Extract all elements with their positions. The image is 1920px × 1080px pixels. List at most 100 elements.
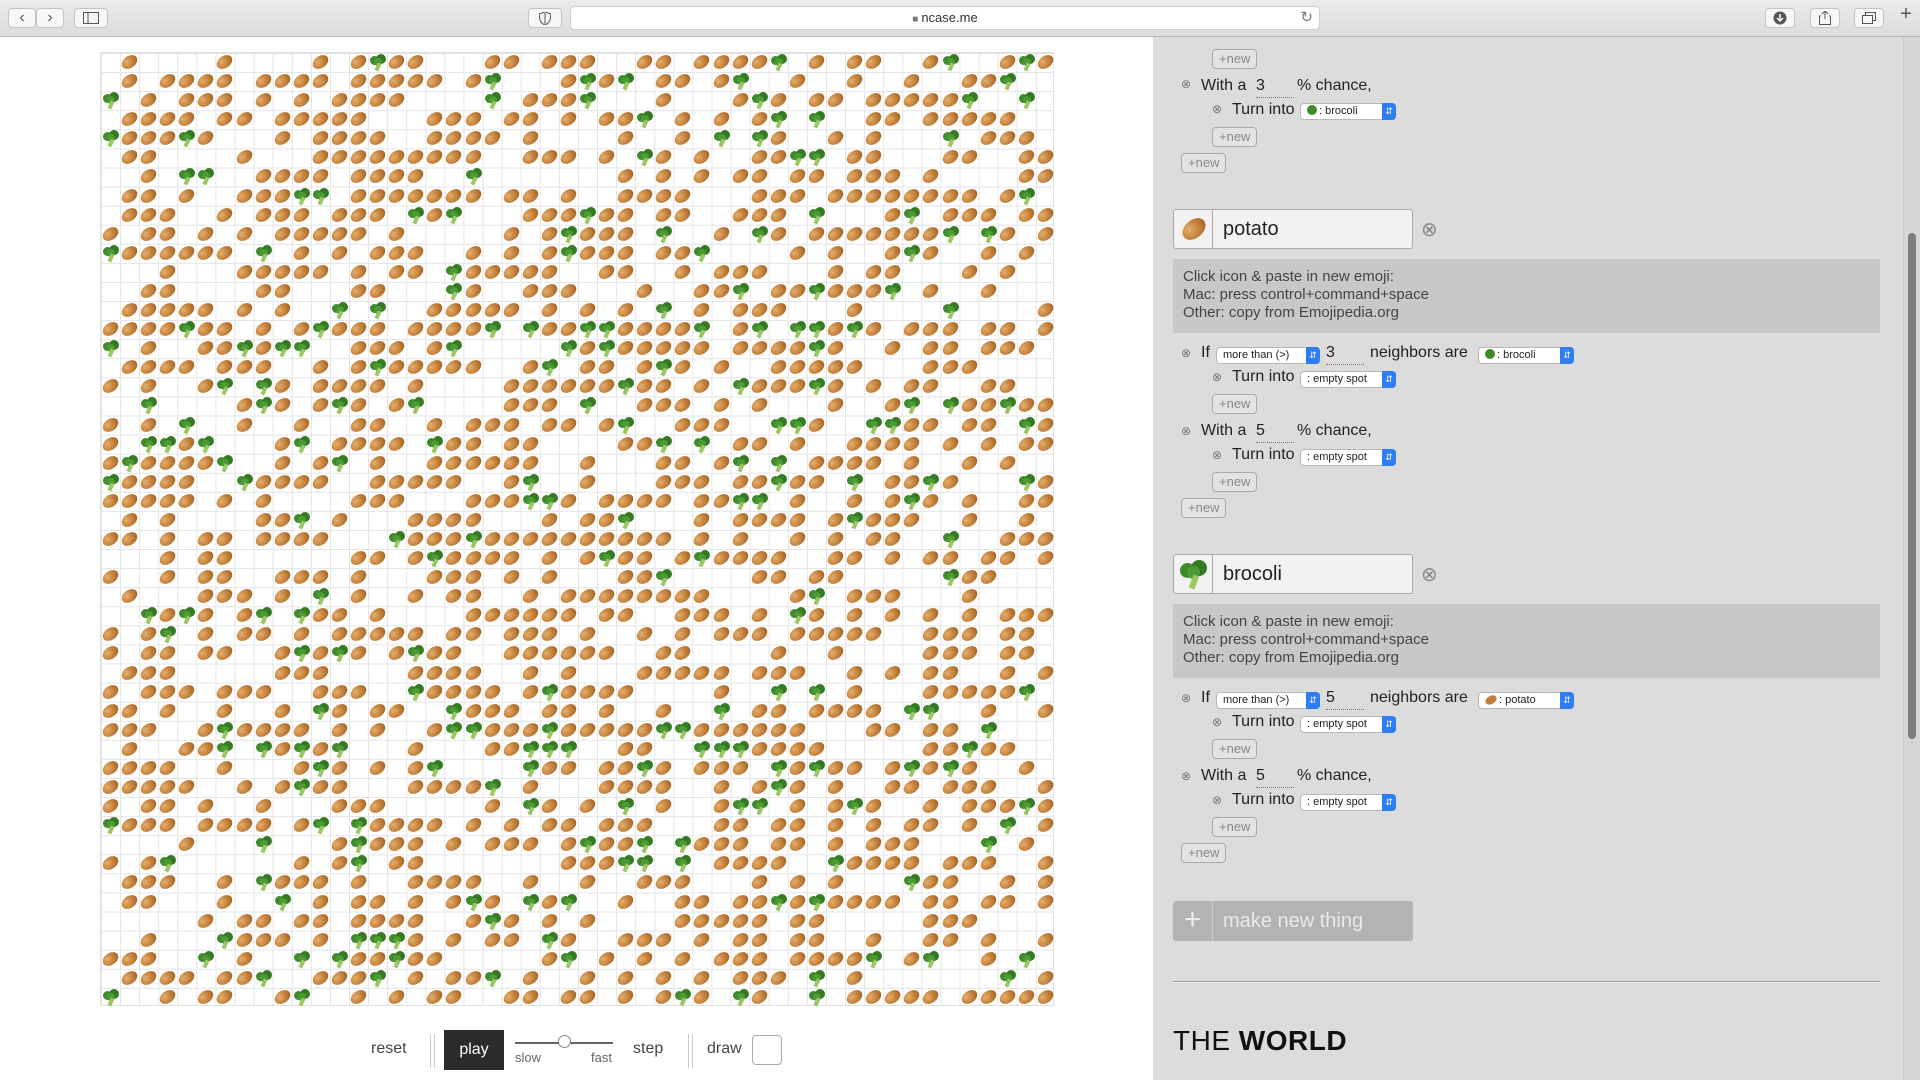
sidebar-toggle-button[interactable] [74, 8, 108, 28]
potato-cell [786, 929, 808, 950]
add-action-button[interactable]: +new [1212, 739, 1258, 759]
potato-cell [767, 643, 789, 664]
potato-cell [309, 166, 331, 187]
brocoli-cell [750, 91, 769, 110]
thing-name-input[interactable]: potato [1213, 209, 1413, 249]
potato-cell [252, 281, 274, 301]
potato-cell [271, 262, 293, 282]
turn-into-select[interactable]: : empty spot ⇵ [1300, 449, 1396, 466]
remove-action-icon[interactable]: ⊗ [1212, 102, 1222, 116]
reset-button[interactable]: reset [371, 1040, 407, 1058]
potato-cell [462, 281, 484, 301]
brocoli-icon[interactable] [1173, 554, 1213, 594]
potato-cell [558, 52, 579, 72]
potato-cell [348, 262, 369, 282]
potato-cell [977, 433, 999, 454]
add-action-button[interactable]: +new [1212, 472, 1258, 492]
world-grid[interactable] [100, 52, 1056, 1007]
potato-cell [920, 643, 942, 664]
scrollbar-thumb[interactable] [1908, 233, 1916, 739]
add-action-button[interactable]: +new [1212, 127, 1258, 147]
potato-cell [691, 52, 713, 72]
potato-cell [939, 853, 961, 874]
potato-cell [577, 872, 598, 893]
potato-cell [195, 529, 217, 549]
potato-cell [977, 796, 999, 816]
chance-input[interactable]: 3 [1256, 77, 1294, 98]
delete-thing-icon[interactable]: ⊗ [1421, 562, 1438, 587]
potato-cell [920, 796, 942, 816]
step-button[interactable]: step [633, 1040, 663, 1058]
comparison-select[interactable]: more than (>) ⇵ [1216, 347, 1320, 364]
potato-cell [386, 357, 408, 378]
potato-cell [615, 968, 637, 988]
neighbor-count-input[interactable]: 5 [1326, 689, 1364, 710]
panel-scrollbar[interactable] [1903, 37, 1920, 1080]
potato-cell [367, 243, 389, 263]
share-button[interactable] [1810, 8, 1840, 28]
remove-rule-icon[interactable]: ⊗ [1181, 346, 1191, 360]
potato-cell [825, 357, 846, 378]
tabs-overview-button[interactable] [1854, 8, 1884, 28]
neighbor-thing-select[interactable]: : brocoli ⇵ [1478, 347, 1574, 364]
add-action-button[interactable]: +new [1212, 49, 1258, 69]
remove-rule-icon[interactable]: ⊗ [1181, 769, 1191, 783]
privacy-shield-button[interactable] [528, 8, 562, 28]
potato-cell [958, 815, 980, 835]
potato-cell [157, 662, 179, 683]
add-action-button[interactable]: +new [1212, 394, 1258, 414]
turn-into-select[interactable]: : empty spot ⇵ [1300, 716, 1396, 733]
make-new-thing-button[interactable]: + make new thing [1173, 901, 1413, 941]
add-rule-button[interactable]: +new [1181, 498, 1227, 518]
neighbor-count-input[interactable]: 3 [1326, 344, 1364, 365]
potato-cell [214, 643, 236, 664]
new-tab-button[interactable]: + [1896, 4, 1916, 26]
chance-prefix: With a [1201, 77, 1247, 94]
draw-brush-picker[interactable] [752, 1035, 782, 1065]
comparison-select[interactable]: more than (>) ⇵ [1216, 692, 1320, 709]
potato-cell [615, 300, 637, 320]
reload-icon[interactable]: ↻ [1300, 7, 1313, 29]
potato-cell [195, 815, 217, 835]
downloads-button[interactable] [1765, 8, 1795, 28]
remove-action-icon[interactable]: ⊗ [1212, 715, 1222, 729]
potato-cell [748, 510, 770, 530]
remove-rule-icon[interactable]: ⊗ [1181, 691, 1191, 705]
remove-action-icon[interactable]: ⊗ [1212, 370, 1222, 384]
forward-button[interactable]: › [36, 8, 64, 28]
thing-name-input[interactable]: brocoli [1213, 554, 1413, 594]
delete-thing-icon[interactable]: ⊗ [1421, 217, 1438, 242]
remove-action-icon[interactable]: ⊗ [1212, 793, 1222, 807]
remove-action-icon[interactable]: ⊗ [1212, 448, 1222, 462]
add-action-button[interactable]: +new [1212, 817, 1258, 837]
brocoli-cell [158, 625, 177, 644]
neighbor-thing-select[interactable]: : potato ⇵ [1478, 692, 1574, 709]
potato-cell [290, 166, 312, 187]
share-icon [1819, 10, 1831, 25]
chance-input[interactable]: 5 [1256, 422, 1294, 443]
potato-cell [958, 567, 980, 587]
turn-into-select[interactable]: : empty spot ⇵ [1300, 371, 1396, 388]
address-bar[interactable]: ■ ncase.me ↻ [570, 6, 1320, 30]
chance-input[interactable]: 5 [1256, 767, 1294, 788]
brocoli-cell [807, 893, 826, 912]
back-button[interactable]: ‹ [8, 8, 36, 28]
add-rule-button[interactable]: +new [1181, 153, 1227, 173]
remove-rule-icon[interactable]: ⊗ [1181, 424, 1191, 438]
turn-into-select[interactable]: : empty spot ⇵ [1300, 794, 1396, 811]
potato-cell [653, 166, 675, 187]
potato-cell [653, 185, 675, 206]
potato-cell [138, 948, 160, 969]
potato-icon[interactable] [1173, 209, 1213, 249]
turn-into-select[interactable]: : brocoli ⇵ [1300, 103, 1396, 120]
add-rule-button[interactable]: +new [1181, 843, 1227, 863]
brocoli-cell [998, 816, 1017, 835]
speed-slider-handle[interactable] [558, 1035, 571, 1048]
chevron-right-icon: › [47, 9, 53, 26]
play-button[interactable]: play [444, 1030, 504, 1070]
potato-cell [920, 548, 942, 568]
potato-cell [634, 777, 656, 797]
potato-cell [271, 720, 293, 740]
remove-rule-icon[interactable]: ⊗ [1181, 77, 1191, 91]
potato-cell [405, 357, 427, 378]
